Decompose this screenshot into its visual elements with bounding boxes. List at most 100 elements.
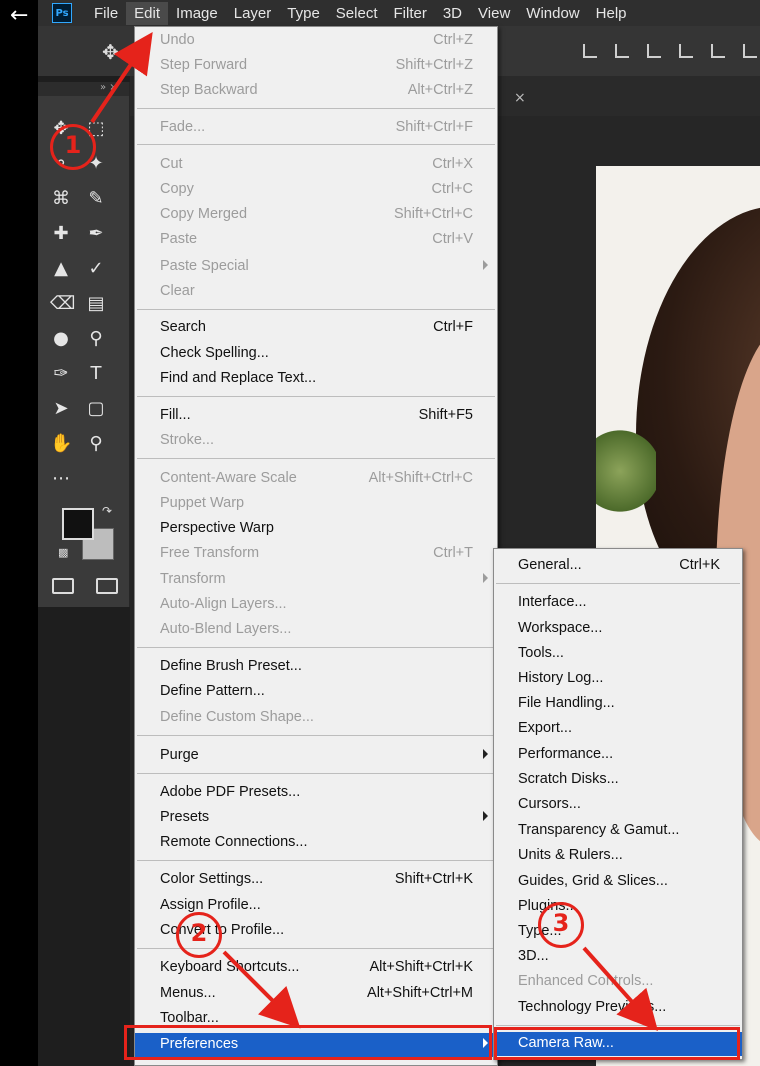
- menu-filter[interactable]: Filter: [386, 2, 435, 25]
- menu-item-step-forward[interactable]: Step Forward Shift+Ctrl+Z: [135, 54, 497, 78]
- pen-icon[interactable]: ✑: [50, 363, 72, 385]
- menu-item-free-transform[interactable]: Free Transform Ctrl+T: [135, 542, 497, 566]
- healing-brush-icon[interactable]: ✚: [50, 223, 72, 245]
- menu-type[interactable]: Type: [279, 2, 328, 25]
- menu-item-assign-profile[interactable]: Assign Profile...: [135, 894, 497, 918]
- pref-item-file-handling[interactable]: File Handling...: [494, 692, 742, 716]
- pref-item-camera-raw[interactable]: Camera Raw...: [494, 1032, 742, 1056]
- menu-item-search[interactable]: Search Ctrl+F: [135, 316, 497, 340]
- pref-item-transparency-gamut[interactable]: Transparency & Gamut...: [494, 819, 742, 843]
- pref-item-performance[interactable]: Performance...: [494, 743, 742, 767]
- menu-item-define-custom-shape[interactable]: Define Custom Shape...: [135, 706, 497, 730]
- more-tools-icon[interactable]: ⋯: [50, 468, 72, 490]
- zoom-icon[interactable]: ⚲: [85, 433, 107, 455]
- menu-item-copy-merged[interactable]: Copy Merged Shift+Ctrl+C: [135, 203, 497, 227]
- menu-item-content-aware-scale[interactable]: Content-Aware Scale Alt+Shift+Ctrl+C: [135, 467, 497, 491]
- pref-item-technology-previews[interactable]: Technology Previews...: [494, 996, 742, 1020]
- menu-item-menus[interactable]: Menus... Alt+Shift+Ctrl+M: [135, 982, 497, 1006]
- pref-item-history-log[interactable]: History Log...: [494, 667, 742, 691]
- pref-item-tools[interactable]: Tools...: [494, 642, 742, 666]
- menu-image[interactable]: Image: [168, 2, 226, 25]
- menu-item-paste-special[interactable]: Paste Special: [135, 255, 497, 279]
- screen-mode-icon[interactable]: [96, 578, 118, 594]
- align-vcenter-icon[interactable]: [615, 44, 629, 58]
- menu-help[interactable]: Help: [588, 2, 635, 25]
- menu-select[interactable]: Select: [328, 2, 386, 25]
- brush-icon[interactable]: ✒: [85, 223, 107, 245]
- pref-item-units-rulers[interactable]: Units & Rulers...: [494, 844, 742, 868]
- menu-layer[interactable]: Layer: [226, 2, 280, 25]
- align-top-icon[interactable]: [583, 44, 597, 58]
- default-colors-icon[interactable]: ▩: [58, 546, 68, 559]
- menu-item-check-spelling[interactable]: Check Spelling...: [135, 342, 497, 366]
- clone-stamp-icon[interactable]: ▲: [50, 258, 72, 280]
- menu-item-keyboard-shortcuts[interactable]: Keyboard Shortcuts... Alt+Shift+Ctrl+K: [135, 956, 497, 980]
- align-right-icon[interactable]: [743, 44, 757, 58]
- path-selection-icon[interactable]: ➤: [50, 398, 72, 420]
- menu-item-auto-blend-layers[interactable]: Auto-Blend Layers...: [135, 618, 497, 642]
- menu-item-undo[interactable]: Undo Ctrl+Z: [135, 29, 497, 53]
- menu-item-paste[interactable]: Paste Ctrl+V: [135, 228, 497, 252]
- menu-edit[interactable]: Edit: [126, 1, 169, 25]
- menu-item-presets[interactable]: Presets: [135, 806, 497, 830]
- align-hcenter-icon[interactable]: [711, 44, 725, 58]
- menu-file[interactable]: File: [86, 2, 126, 25]
- menu-item-adobe-pdf-presets[interactable]: Adobe PDF Presets...: [135, 781, 497, 805]
- menu-window[interactable]: Window: [518, 2, 587, 25]
- quick-mask-icon[interactable]: [52, 578, 74, 594]
- menu-item-clear[interactable]: Clear: [135, 280, 497, 304]
- menu-item-auto-align-layers[interactable]: Auto-Align Layers...: [135, 593, 497, 617]
- menu-item-step-backward[interactable]: Step Backward Alt+Ctrl+Z: [135, 79, 497, 103]
- menu-view[interactable]: View: [470, 2, 518, 25]
- menu-item-stroke[interactable]: Stroke...: [135, 429, 497, 453]
- align-left-icon[interactable]: [679, 44, 693, 58]
- align-bottom-icon[interactable]: [647, 44, 661, 58]
- menu-item-preferences[interactable]: Preferences: [135, 1033, 497, 1057]
- lasso-icon[interactable]: ⚬: [50, 153, 72, 175]
- menu-item-puppet-warp[interactable]: Puppet Warp: [135, 492, 497, 516]
- pref-item-3d[interactable]: 3D...: [494, 945, 742, 969]
- marquee-icon[interactable]: ⬚: [85, 118, 107, 140]
- blur-icon[interactable]: ●: [50, 328, 72, 350]
- menu-item-perspective-warp[interactable]: Perspective Warp: [135, 517, 497, 541]
- pref-item-enhanced-controls[interactable]: Enhanced Controls...: [494, 970, 742, 994]
- menu-item-purge[interactable]: Purge: [135, 744, 497, 768]
- gradient-icon[interactable]: ▤: [85, 293, 107, 315]
- swap-colors-icon[interactable]: ↷: [102, 504, 112, 518]
- menu-item-cut[interactable]: Cut Ctrl+X: [135, 153, 497, 177]
- menu-item-fade[interactable]: Fade... Shift+Ctrl+F: [135, 116, 497, 140]
- menu-3d[interactable]: 3D: [435, 2, 470, 25]
- menu-item-define-pattern[interactable]: Define Pattern...: [135, 680, 497, 704]
- eraser-icon[interactable]: ⌫: [50, 293, 75, 315]
- pref-item-interface[interactable]: Interface...: [494, 591, 742, 615]
- history-brush-icon[interactable]: ✓: [85, 258, 107, 280]
- menu-item-remote-connections[interactable]: Remote Connections...: [135, 831, 497, 855]
- dodge-icon[interactable]: ⚲: [85, 328, 107, 350]
- menu-item-find-replace[interactable]: Find and Replace Text...: [135, 367, 497, 391]
- menu-item-transform[interactable]: Transform: [135, 568, 497, 592]
- type-icon[interactable]: T: [85, 363, 107, 385]
- rectangle-icon[interactable]: ▢: [85, 398, 107, 420]
- menu-item-copy[interactable]: Copy Ctrl+C: [135, 178, 497, 202]
- close-tab-icon[interactable]: ×: [514, 90, 526, 106]
- pref-item-guides-grid-slices[interactable]: Guides, Grid & Slices...: [494, 870, 742, 894]
- menu-item-convert-to-profile[interactable]: Convert to Profile...: [135, 919, 497, 943]
- hand-icon[interactable]: ✋: [50, 433, 72, 455]
- menu-item-color-settings[interactable]: Color Settings... Shift+Ctrl+K: [135, 868, 497, 892]
- menu-item-define-brush-preset[interactable]: Define Brush Preset...: [135, 655, 497, 679]
- pref-item-scratch-disks[interactable]: Scratch Disks...: [494, 768, 742, 792]
- move-icon[interactable]: ✥: [50, 118, 72, 140]
- menu-item-toolbar[interactable]: Toolbar...: [135, 1007, 497, 1031]
- move-tool-icon[interactable]: ✥: [102, 40, 119, 64]
- foreground-color-swatch[interactable]: [62, 508, 94, 540]
- pref-item-export[interactable]: Export...: [494, 717, 742, 741]
- back-arrow-icon[interactable]: ←: [10, 4, 34, 28]
- crop-icon[interactable]: ⌘: [50, 188, 72, 210]
- menu-item-fill[interactable]: Fill... Shift+F5: [135, 404, 497, 428]
- magic-wand-icon[interactable]: ✦: [85, 153, 107, 175]
- eyedropper-icon[interactable]: ✎: [85, 188, 107, 210]
- pref-item-cursors[interactable]: Cursors...: [494, 793, 742, 817]
- pref-item-type[interactable]: Type...: [494, 920, 742, 944]
- pref-item-plugins[interactable]: Plugins...: [494, 895, 742, 919]
- pref-item-workspace[interactable]: Workspace...: [494, 617, 742, 641]
